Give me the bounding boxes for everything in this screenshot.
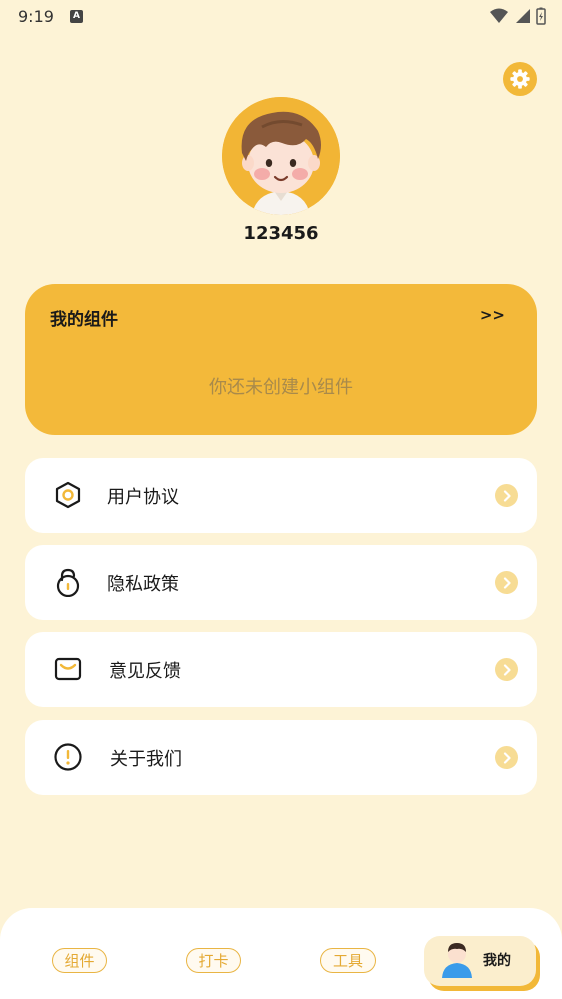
menu-item-label: 意见反馈 bbox=[109, 661, 181, 682]
my-widgets-title: 我的组件 bbox=[50, 310, 118, 330]
status-time: 9:19 bbox=[18, 6, 54, 26]
menu-item-about-us[interactable]: 关于我们 bbox=[25, 720, 537, 795]
chevron-right-icon bbox=[495, 746, 518, 769]
signal-icon bbox=[516, 9, 530, 23]
menu-item-label: 关于我们 bbox=[110, 749, 182, 770]
tab-tools[interactable]: 工具 bbox=[320, 948, 376, 973]
menu-item-privacy-policy[interactable]: 隐私政策 bbox=[25, 545, 537, 620]
tab-checkin[interactable]: 打卡 bbox=[186, 948, 241, 973]
chevron-right-icon bbox=[495, 658, 518, 681]
hexagon-icon bbox=[53, 480, 83, 510]
status-bar: 9:19 A bbox=[0, 0, 562, 32]
menu-item-feedback[interactable]: 意见反馈 bbox=[25, 632, 537, 707]
my-widgets-card[interactable]: 我的组件 >> 你还未创建小组件 bbox=[25, 284, 537, 435]
notification-badge-icon: A bbox=[69, 9, 83, 23]
chevron-right-icon bbox=[495, 484, 518, 507]
gear-icon bbox=[510, 69, 530, 89]
battery-icon bbox=[536, 7, 546, 25]
my-widgets-more-button[interactable]: >> bbox=[480, 306, 505, 324]
bottom-navigation: 组件 打卡 工具 我的 bbox=[0, 908, 562, 999]
avatar-boy-icon bbox=[222, 97, 340, 215]
avatar[interactable] bbox=[222, 97, 340, 215]
username: 123456 bbox=[243, 223, 319, 244]
settings-button[interactable] bbox=[503, 62, 537, 96]
menu-item-label: 隐私政策 bbox=[107, 574, 179, 595]
info-icon bbox=[53, 742, 83, 772]
menu-item-user-agreement[interactable]: 用户协议 bbox=[25, 458, 537, 533]
chevron-right-icon bbox=[495, 571, 518, 594]
mail-icon bbox=[53, 654, 83, 684]
menu-item-label: 用户协议 bbox=[107, 487, 179, 508]
tab-mine[interactable]: 我的 bbox=[424, 936, 536, 986]
tab-widgets[interactable]: 组件 bbox=[52, 948, 107, 973]
user-avatar-icon bbox=[440, 940, 474, 978]
widgets-empty-text: 你还未创建小组件 bbox=[209, 377, 353, 398]
wifi-icon bbox=[490, 8, 508, 23]
tab-mine-label: 我的 bbox=[483, 953, 511, 969]
lock-icon bbox=[53, 567, 83, 597]
